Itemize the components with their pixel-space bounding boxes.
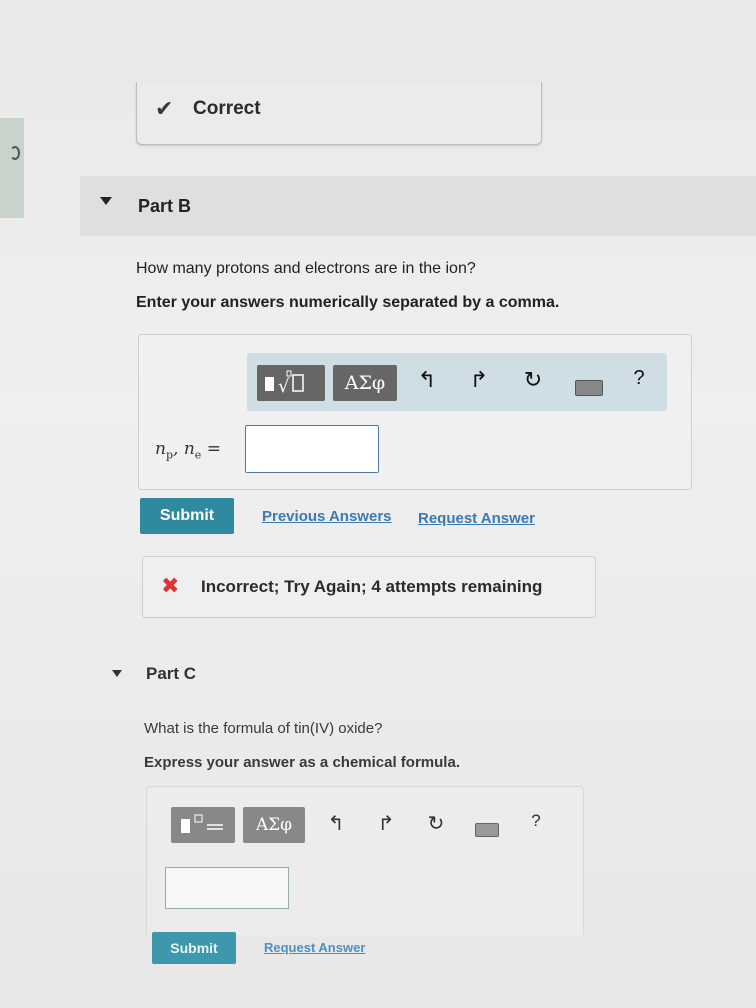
part-c-instruction: Express your answer as a chemical formul…: [144, 754, 460, 771]
redo-icon[interactable]: ↱: [373, 811, 399, 836]
templates-button[interactable]: [171, 807, 235, 843]
answer-variable-label: np, ne =: [155, 439, 221, 462]
reset-icon[interactable]: ↻: [519, 367, 547, 393]
math-toolbar: √ ΑΣφ ↰ ↱ ↻ ?: [247, 353, 667, 411]
incorrect-message: Incorrect; Try Again; 4 attempts remaini…: [201, 577, 543, 596]
help-icon[interactable]: ?: [523, 811, 549, 831]
collapse-triangle-icon: [112, 670, 122, 677]
part-b-answer-input[interactable]: [245, 425, 379, 473]
part-b-feedback-box: ✖ Incorrect; Try Again; 4 attempts remai…: [142, 556, 596, 618]
templates-icon: [181, 814, 223, 833]
reset-icon[interactable]: ↻: [423, 811, 449, 836]
part-b-submit-button[interactable]: Submit: [140, 498, 234, 534]
part-b-header[interactable]: Part B: [80, 176, 756, 236]
request-answer-link[interactable]: Request Answer: [264, 940, 365, 955]
part-c-answer-input[interactable]: [165, 867, 289, 909]
templates-icon: √: [265, 370, 304, 397]
part-a-feedback-box: ✔ Correct: [136, 82, 542, 145]
svg-text:√: √: [278, 376, 290, 397]
redo-icon[interactable]: ↱: [465, 367, 493, 393]
previous-answers-link[interactable]: Previous Answers: [262, 508, 392, 525]
part-b-instruction: Enter your answers numerically separated…: [136, 294, 560, 311]
part-c-header[interactable]: Part C: [100, 660, 756, 696]
request-answer-link[interactable]: Request Answer: [418, 510, 535, 527]
part-c-question: What is the formula of tin(IV) oxide?: [144, 720, 383, 737]
collapse-triangle-icon: [100, 197, 112, 205]
left-nav-strip[interactable]: [0, 118, 24, 218]
undo-icon[interactable]: ↰: [413, 367, 441, 393]
part-b-title: Part B: [138, 196, 192, 216]
greek-symbols-button[interactable]: ΑΣφ: [243, 807, 305, 843]
part-c-answer-area: ΑΣφ ↰ ↱ ↻ ?: [146, 786, 584, 937]
keyboard-icon[interactable]: [475, 823, 499, 837]
part-c-title: Part C: [146, 664, 197, 683]
greek-symbols-button[interactable]: ΑΣφ: [333, 365, 397, 401]
error-x-icon: ✖: [161, 573, 180, 598]
help-icon[interactable]: ?: [625, 367, 653, 390]
correct-text: Correct: [193, 98, 261, 119]
templates-button[interactable]: √: [257, 365, 325, 401]
keyboard-icon[interactable]: [575, 380, 603, 396]
undo-icon[interactable]: ↰: [323, 811, 349, 836]
checkmark-icon: ✔: [155, 96, 174, 121]
part-b-answer-area: √ ΑΣφ ↰ ↱ ↻ ? np, ne =: [138, 334, 692, 490]
nav-icon: [10, 146, 20, 160]
part-b-question: How many protons and electrons are in th…: [136, 260, 476, 277]
part-c-submit-button[interactable]: Submit: [152, 932, 236, 964]
